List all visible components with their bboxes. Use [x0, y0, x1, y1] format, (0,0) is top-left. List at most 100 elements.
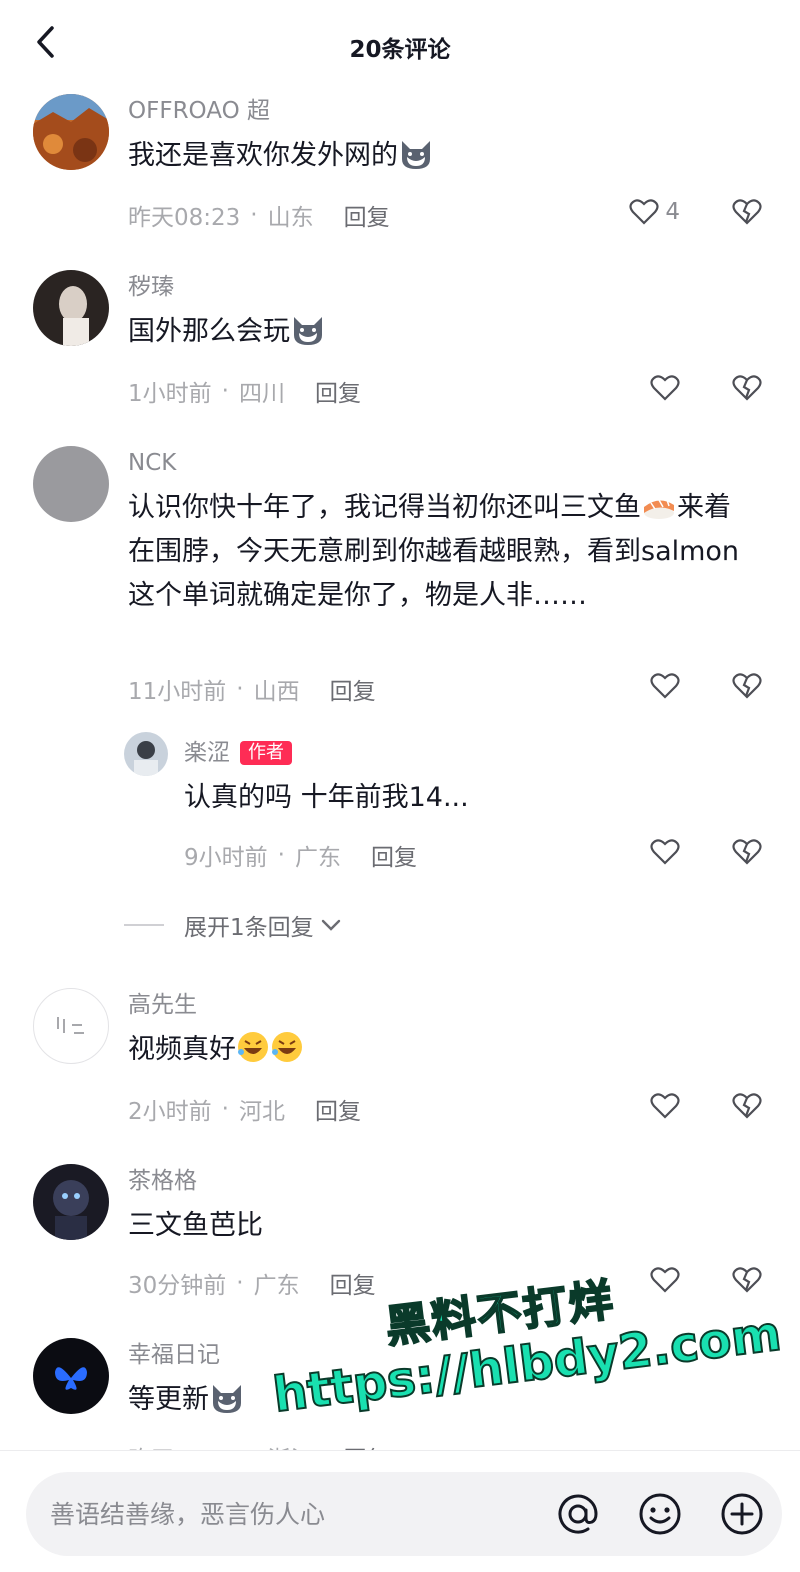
sushi-emoji — [644, 499, 674, 519]
at-icon[interactable] — [552, 1488, 604, 1540]
meta-separator: · — [236, 1270, 244, 1296]
comment-text: 国外那么会玩 — [128, 310, 760, 354]
comment-item: 幸福日记 等更新 昨天14:15·浙江 回复 — [0, 1334, 800, 1450]
avatar[interactable] — [33, 270, 109, 346]
username[interactable]: NCK — [128, 446, 760, 480]
like-count: 4 — [665, 199, 680, 225]
comment-time: 30分钟前 — [128, 1273, 227, 1299]
reply-button[interactable]: 回复 — [371, 838, 417, 872]
username[interactable]: OFFROAO 超 — [128, 94, 760, 128]
username[interactable]: 幸福日记 — [128, 1338, 760, 1372]
divider — [124, 924, 164, 926]
avatar[interactable] — [33, 988, 109, 1064]
comment-meta: 昨天08:23 · 山东 回复 — [128, 198, 390, 232]
comment-text: 等更新 — [128, 1378, 760, 1422]
reply-meta: 9小时前 · 广东 回复 — [184, 838, 417, 872]
avatar[interactable] — [33, 1164, 109, 1240]
page-title: 20条评论 — [349, 37, 451, 63]
broken-heart-icon[interactable] — [732, 198, 762, 230]
comment-meta: 昨天14:15·浙江 回复 — [128, 1440, 390, 1450]
comment-time: 11小时前 — [128, 679, 227, 705]
chevron-down-icon — [321, 919, 340, 931]
broken-heart-icon[interactable] — [732, 1266, 762, 1298]
laugh-emoji — [272, 1032, 302, 1062]
comment-location: 山东 — [267, 205, 314, 231]
author-avatar[interactable] — [124, 732, 168, 776]
emoji-icon[interactable] — [634, 1488, 686, 1540]
like-button[interactable]: 4 — [629, 198, 680, 226]
comment-location: 浙江 — [268, 1440, 314, 1450]
reply-location: 广东 — [294, 845, 341, 871]
comment-time: 2小时前 — [128, 1099, 212, 1125]
comment-meta: 2小时前 · 河北 回复 — [128, 1092, 361, 1126]
laugh-emoji — [238, 1032, 268, 1062]
reply-button[interactable]: 回复 — [344, 1440, 390, 1450]
heart-icon — [629, 199, 659, 225]
cat-emoji — [402, 141, 430, 169]
avatar[interactable] — [33, 1338, 109, 1414]
expand-replies-button[interactable]: 展开1条回复 — [124, 908, 342, 942]
avatar[interactable] — [33, 446, 109, 522]
avatar[interactable] — [33, 94, 109, 170]
cat-emoji — [294, 317, 322, 345]
meta-separator: · — [236, 676, 244, 702]
heart-icon — [650, 1267, 680, 1293]
heart-icon — [650, 673, 680, 699]
broken-heart-icon[interactable] — [732, 1092, 762, 1124]
meta-separator: · — [221, 378, 229, 404]
broken-heart-icon[interactable] — [732, 838, 762, 870]
reply-text: 认真的吗 十年前我14... — [184, 782, 469, 813]
comment-input-bar — [0, 1450, 800, 1572]
comment-location: 四川 — [238, 381, 285, 407]
plus-icon[interactable] — [716, 1488, 768, 1540]
comment-text: 认识你快十年了，我记得当初你还叫三文鱼 来着在围脖，今天无意刷到你越看越眼熟，看到… — [128, 492, 740, 611]
divider — [0, 1450, 800, 1451]
reply-button[interactable]: 回复 — [315, 374, 361, 408]
cat-emoji — [213, 1385, 241, 1413]
comment-text: 视频真好 — [128, 1028, 760, 1072]
broken-heart-icon[interactable] — [732, 672, 762, 704]
like-button[interactable] — [650, 1266, 680, 1294]
heart-icon — [650, 839, 680, 865]
username[interactable]: 秽瑧 — [128, 270, 760, 304]
like-button[interactable] — [650, 1092, 680, 1120]
comment-item: OFFROAO 超 我还是喜欢你发外网的 昨天08:23 · 山东 回复 4 — [0, 90, 800, 260]
comment-time: 昨天14:15 — [128, 1440, 240, 1450]
username: 楽涩 作者 — [184, 736, 760, 770]
comment-item: NCK 认识你快十年了，我记得当初你还叫三文鱼 来着在围脖，今天无意刷到你越看越眼… — [0, 442, 800, 732]
comment-location: 山西 — [253, 679, 300, 705]
author-badge: 作者 — [240, 741, 292, 765]
like-button[interactable] — [650, 838, 680, 866]
reply-button[interactable]: 回复 — [315, 1092, 361, 1126]
comment-item: 高先生 视频真好 2小时前 · 河北 回复 — [0, 984, 800, 1154]
header: 20条评论 — [0, 0, 800, 90]
comment-meta: 11小时前 · 山西 回复 — [128, 672, 376, 706]
meta-separator: · — [250, 202, 258, 228]
comment-location: 河北 — [238, 1099, 285, 1125]
reply-time: 9小时前 — [184, 845, 268, 871]
comment-item: 茶格格 三文鱼芭比 30分钟前 · 广东 回复 — [0, 1160, 800, 1330]
comment-text: 我还是喜欢你发外网的 — [128, 134, 760, 178]
reply-button[interactable]: 回复 — [344, 198, 390, 232]
meta-separator: · — [221, 1096, 229, 1122]
username[interactable]: 茶格格 — [128, 1164, 760, 1198]
comment-location: 广东 — [253, 1273, 300, 1299]
expand-label: 展开1条回复 — [184, 915, 314, 941]
heart-icon — [650, 1093, 680, 1119]
input-container — [26, 1472, 782, 1556]
comment-item: 秽瑧 国外那么会玩 1小时前 · 四川 回复 — [0, 266, 800, 436]
broken-heart-icon[interactable] — [732, 374, 762, 406]
comment-meta: 1小时前 · 四川 回复 — [128, 374, 361, 408]
reply-item: 楽涩 作者 认真的吗 十年前我14... 9小时前 · 广东 回复 — [0, 730, 800, 890]
reply-button[interactable]: 回复 — [330, 672, 376, 706]
heart-icon — [650, 375, 680, 401]
comment-time: 昨天08:23 — [128, 205, 241, 231]
meta-separator: · — [277, 842, 285, 868]
like-button[interactable] — [650, 374, 680, 402]
username[interactable]: 高先生 — [128, 988, 760, 1022]
comment-meta: 30分钟前 · 广东 回复 — [128, 1266, 376, 1300]
comment-text: 三文鱼芭比 — [128, 1210, 263, 1241]
like-button[interactable] — [650, 672, 680, 700]
reply-button[interactable]: 回复 — [330, 1266, 376, 1300]
comment-input[interactable] — [50, 1472, 530, 1556]
